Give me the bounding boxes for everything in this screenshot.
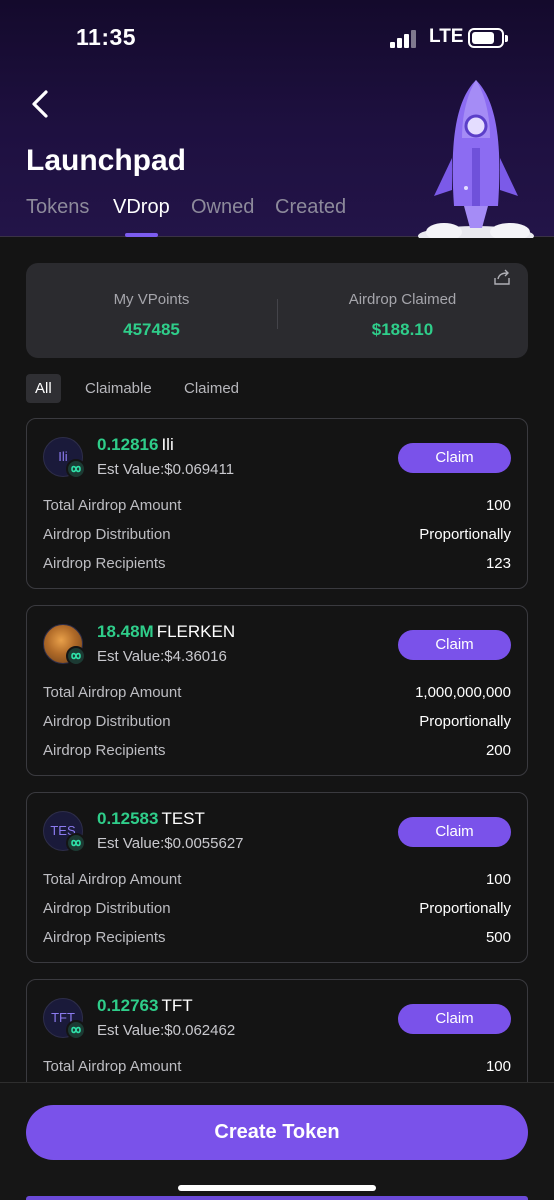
distribution-value: Proportionally: [419, 526, 511, 543]
stats-card: My VPoints 457485 Airdrop Claimed $188.1…: [26, 263, 528, 358]
token-amount: 18.48M: [97, 622, 154, 641]
header: 11:35 LTE Launchpad Tokens VDrop Owned C…: [0, 0, 554, 238]
airdrop-card: TES 0.12583 TEST Est Value:$0.0055627 Cla…: [26, 792, 528, 963]
tab-vdrop[interactable]: VDrop: [113, 196, 170, 219]
vpoints-stat: My VPoints 457485: [26, 291, 277, 340]
create-token-button[interactable]: Create Token: [26, 1105, 528, 1160]
vpoints-label: My VPoints: [113, 291, 190, 308]
filter-all[interactable]: All: [26, 374, 61, 403]
distribution-label: Airdrop Distribution: [43, 526, 171, 543]
token-symbol: TEST: [161, 809, 205, 828]
share-icon[interactable]: [494, 269, 512, 285]
recipients-label: Airdrop Recipients: [43, 929, 166, 946]
infinity-badge-icon: [66, 646, 86, 666]
total-airdrop-row: Total Airdrop Amount 100: [43, 497, 511, 519]
total-airdrop-value: 1,000,000,000: [415, 684, 511, 701]
total-airdrop-label: Total Airdrop Amount: [43, 497, 182, 514]
bottom-bar: Create Token: [0, 1082, 554, 1200]
total-airdrop-label: Total Airdrop Amount: [43, 871, 182, 888]
filter-claimable[interactable]: Claimable: [76, 374, 161, 403]
distribution-value: Proportionally: [419, 900, 511, 917]
recipients-label: Airdrop Recipients: [43, 742, 166, 759]
token-amount-line: 0.12816 Ili: [97, 435, 174, 455]
rocket-illustration: [418, 80, 534, 238]
signal-icon: [390, 30, 418, 48]
distribution-row: Airdrop Distribution Proportionally: [43, 526, 511, 548]
token-amount-line: 0.12763 TFT: [97, 996, 193, 1016]
recipients-value: 123: [485, 555, 511, 572]
home-indicator[interactable]: [178, 1185, 376, 1191]
status-bar: 11:35 LTE: [0, 22, 554, 56]
recipients-row: Airdrop Recipients 200: [43, 742, 511, 764]
token-amount: 0.12816: [97, 435, 159, 454]
active-tab-indicator: [125, 233, 158, 237]
airdrop-claimed-value: $188.10: [371, 320, 434, 339]
recipients-row: Airdrop Recipients 123: [43, 555, 511, 577]
chevron-left-icon: [32, 90, 48, 118]
token-amount-line: 0.12583 TEST: [97, 809, 205, 829]
bottom-strip: [26, 1196, 528, 1200]
recipients-value: 500: [485, 929, 511, 946]
total-airdrop-row: Total Airdrop Amount 100: [43, 1058, 511, 1080]
distribution-label: Airdrop Distribution: [43, 900, 171, 917]
recipients-row: Airdrop Recipients 500: [43, 929, 511, 951]
token-symbol: TFT: [161, 996, 193, 1015]
distribution-row: Airdrop Distribution Proportionally: [43, 713, 511, 735]
total-airdrop-row: Total Airdrop Amount 100: [43, 871, 511, 893]
claim-button[interactable]: Claim: [398, 817, 511, 847]
total-airdrop-value: 100: [485, 497, 511, 514]
token-amount: 0.12763: [97, 996, 159, 1015]
token-amount: 0.12583: [97, 809, 159, 828]
total-airdrop-value: 100: [485, 871, 511, 888]
claim-button[interactable]: Claim: [398, 630, 511, 660]
airdrop-card: Ili 0.12816 Ili Est Value:$0.069411 Claim…: [26, 418, 528, 589]
back-button[interactable]: [22, 86, 58, 122]
vpoints-value: 457485: [123, 320, 180, 339]
infinity-badge-icon: [66, 833, 86, 853]
launchpad-screen: 11:35 LTE Launchpad Tokens VDrop Owned C…: [0, 0, 554, 1200]
filter-claimed[interactable]: Claimed: [175, 374, 248, 403]
distribution-label: Airdrop Distribution: [43, 713, 171, 730]
airdrop-card: 18.48M FLERKEN Est Value:$4.36016 Claim T…: [26, 605, 528, 776]
token-amount-line: 18.48M FLERKEN: [97, 622, 235, 642]
est-value: Est Value:$0.062462: [97, 1022, 236, 1039]
total-airdrop-label: Total Airdrop Amount: [43, 684, 182, 701]
tab-tokens[interactable]: Tokens: [26, 196, 89, 219]
distribution-row: Airdrop Distribution Proportionally: [43, 900, 511, 922]
battery-icon: [468, 28, 508, 48]
tab-created[interactable]: Created: [275, 196, 346, 219]
est-value: Est Value:$0.0055627: [97, 835, 244, 852]
page-title: Launchpad: [26, 144, 187, 177]
claim-button[interactable]: Claim: [398, 443, 511, 473]
airdrop-claimed-stat: Airdrop Claimed $188.10: [277, 291, 528, 340]
total-airdrop-value: 100: [485, 1058, 511, 1075]
recipients-value: 200: [485, 742, 511, 759]
claim-button[interactable]: Claim: [398, 1004, 511, 1034]
token-symbol: Ili: [161, 435, 174, 454]
airdrop-claimed-label: Airdrop Claimed: [348, 291, 457, 308]
est-value: Est Value:$0.069411: [97, 461, 235, 478]
est-value: Est Value:$4.36016: [97, 648, 227, 665]
infinity-badge-icon: [66, 1020, 86, 1040]
recipients-label: Airdrop Recipients: [43, 555, 166, 572]
distribution-value: Proportionally: [419, 713, 511, 730]
infinity-badge-icon: [66, 459, 86, 479]
network-label: LTE: [429, 26, 464, 47]
total-airdrop-label: Total Airdrop Amount: [43, 1058, 182, 1075]
tab-owned[interactable]: Owned: [191, 196, 254, 219]
token-symbol: FLERKEN: [156, 622, 236, 641]
total-airdrop-row: Total Airdrop Amount 1,000,000,000: [43, 684, 511, 706]
status-time: 11:35: [76, 24, 137, 50]
